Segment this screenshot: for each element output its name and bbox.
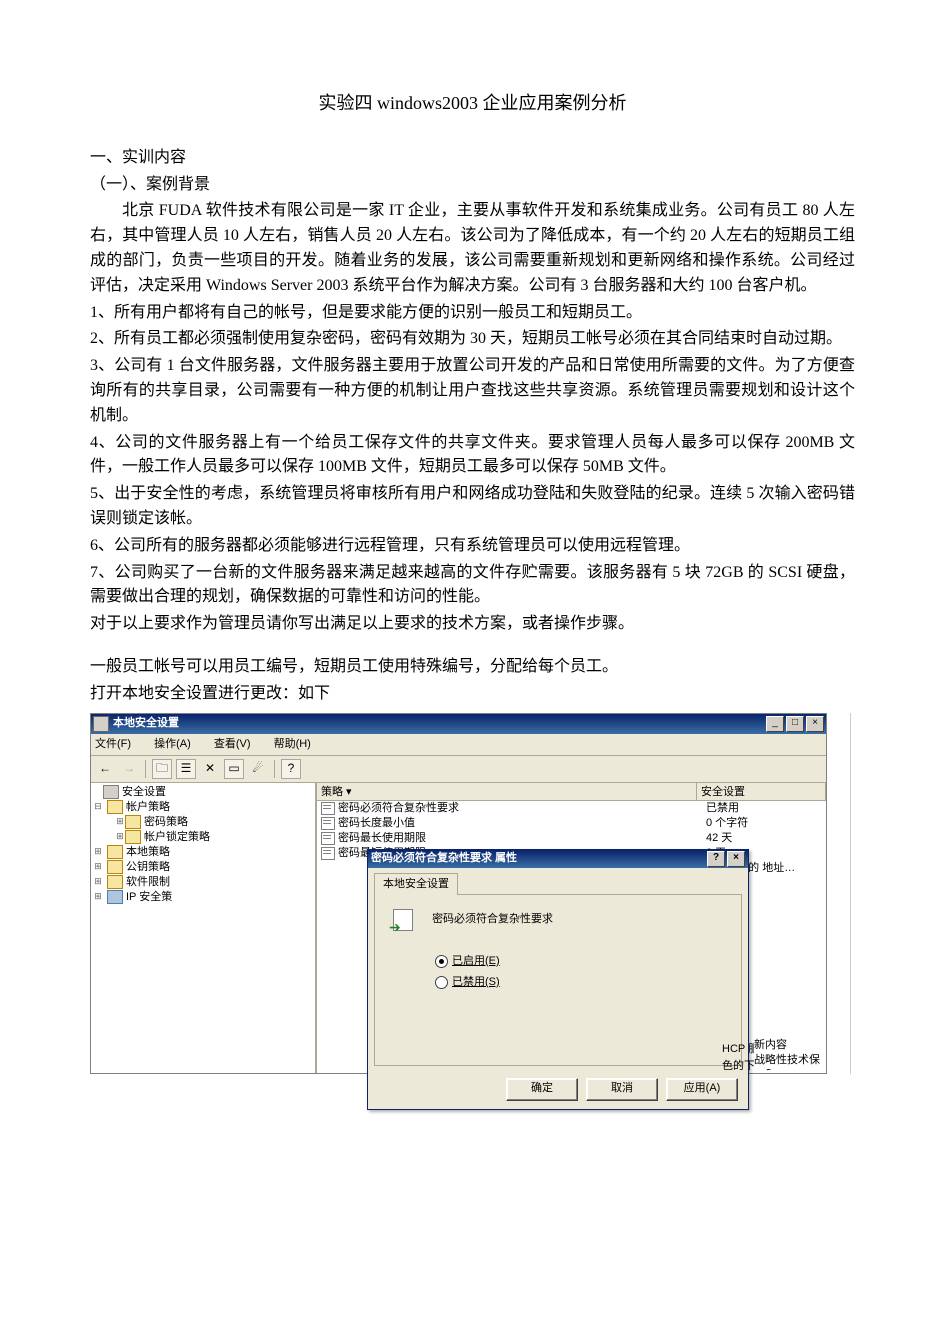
tree-pane[interactable]: 安全设置 ⊟帐户策略 ⊞密码策略 ⊞帐户锁定策略 ⊞本地策略 ⊞公钥策略 ⊞软件… — [91, 783, 317, 1073]
tree-local-policy[interactable]: ⊞本地策略 — [93, 845, 313, 860]
export-button[interactable]: ▭ — [224, 759, 244, 779]
list-header: 策略 ▾ 安全设置 — [317, 783, 826, 801]
policy-icon — [321, 817, 335, 830]
cancel-button[interactable]: 取消 — [586, 1078, 658, 1101]
paragraph-answer-2: 打开本地安全设置进行更改：如下 — [90, 682, 855, 707]
list-item-3: 3、公司有 1 台文件服务器，文件服务器主要用于放置公司开发的产品和日常使用所需… — [90, 354, 855, 428]
paragraph-background: 北京 FUDA 软件技术有限公司是一家 IT 企业，主要从事软件开发和系统集成业… — [90, 199, 855, 298]
tree-ip-security[interactable]: ⊞IP 安全策 — [93, 890, 313, 905]
list-item-2: 2、所有员工都必须强制使用复杂密码，密码有效期为 30 天，短期员工帐号必须在其… — [90, 327, 855, 352]
dialog-title-text: 密码必须符合复杂性要求 属性 — [371, 850, 517, 867]
tree-software-restrict[interactable]: ⊞软件限制 — [93, 875, 313, 890]
toolbar: ← → 🗀 ☰ ✕ ▭ ☄ ? — [91, 756, 826, 783]
policy-row-1[interactable]: 密码必须符合复杂性要求 已禁用 — [317, 801, 826, 816]
list-item-4: 4、公司的文件服务器上有一个给员工保存文件的共享文件夹。要求管理人员每人最多可以… — [90, 431, 855, 481]
list-item-5: 5、出于安全性的考虑，系统管理员将审核所有用户和网络成功登陆和失败登陆的纪录。连… — [90, 482, 855, 532]
tree-root[interactable]: 安全设置 — [93, 785, 313, 800]
page-title: 实验四 windows2003 企业应用案例分析 — [90, 90, 855, 118]
list-item-7: 7、公司购买了一台新的文件服务器来满足越来越高的文件存贮需要。该服务器有 5 块… — [90, 561, 855, 611]
radio-icon — [435, 976, 448, 989]
policy-row-3[interactable]: 密码最长使用期限 42 天 — [317, 831, 826, 846]
cropped-text-right: 新内容 战略性技术保 — [754, 1038, 820, 1069]
minimize-button[interactable]: _ — [766, 716, 784, 732]
document-page: 实验四 windows2003 企业应用案例分析 一、实训内容 （一）、案例背景… — [0, 0, 945, 1134]
dialog-policy-icon: ➔ — [389, 907, 419, 933]
tree-publickey-policy[interactable]: ⊞公钥策略 — [93, 860, 313, 875]
apply-button[interactable]: 应用(A) — [666, 1078, 738, 1101]
heading-1-1: （一）、案例背景 — [90, 173, 855, 198]
dialog-body: ➔ 密码必须符合复杂性要求 已启用(E) — [374, 894, 742, 1066]
heading-1: 一、实训内容 — [90, 146, 855, 171]
dialog-tab-row: 本地安全设置 — [368, 868, 748, 894]
help-button[interactable]: ? — [281, 759, 301, 779]
policy-icon — [321, 847, 335, 860]
tree-password-policy[interactable]: ⊞密码策略 — [93, 815, 313, 830]
menu-help[interactable]: 帮助(H) — [274, 738, 321, 750]
policy-icon — [321, 832, 335, 845]
dialog-policy-label: 密码必须符合复杂性要求 — [432, 911, 553, 928]
radio-disabled[interactable]: 已禁用(S) — [435, 974, 727, 991]
window-titlebar[interactable]: 本地安全设置 _ □ × — [91, 714, 826, 734]
dialog-close-button[interactable]: × — [727, 851, 745, 867]
properties-dialog: 密码必须符合复杂性要求 属性 ? × 本地安全设置 ➔ — [367, 849, 749, 1110]
close-button[interactable]: × — [806, 716, 824, 732]
tree-account-policy[interactable]: ⊟帐户策略 — [93, 800, 313, 815]
toolbar-separator-2 — [274, 760, 275, 778]
menu-bar: 文件(F) 操作(A) 查看(V) 帮助(H) — [91, 734, 826, 756]
delete-button[interactable]: ✕ — [200, 759, 220, 779]
list-pane: 策略 ▾ 安全设置 密码必须符合复杂性要求 已禁用 密码长度最小值 0 个字符 — [317, 783, 826, 1073]
refresh-button[interactable]: ☄ — [248, 759, 268, 779]
window-local-security: 本地安全设置 _ □ × 文件(F) 操作(A) 查看(V) 帮助(H) ← →… — [90, 713, 827, 1074]
col-setting[interactable]: 安全设置 — [697, 783, 826, 800]
app-icon — [93, 716, 109, 732]
dialog-titlebar[interactable]: 密码必须符合复杂性要求 属性 ? × — [368, 850, 748, 868]
menu-file[interactable]: 文件(F) — [95, 738, 141, 750]
back-button[interactable]: ← — [95, 759, 115, 779]
menu-action[interactable]: 操作(A) — [154, 738, 201, 750]
toolbar-separator — [145, 760, 146, 778]
tree-lockout-policy[interactable]: ⊞帐户锁定策略 — [93, 830, 313, 845]
policy-icon — [321, 802, 335, 815]
list-item-6: 6、公司所有的服务器都必须能够进行远程管理，只有系统管理员可以使用远程管理。 — [90, 534, 855, 559]
embedded-screenshot: 本地安全设置 _ □ × 文件(F) 操作(A) 查看(V) 帮助(H) ← →… — [90, 713, 851, 1074]
forward-button[interactable]: → — [119, 759, 139, 779]
col-policy[interactable]: 策略 ▾ — [317, 783, 697, 800]
menu-view[interactable]: 查看(V) — [214, 738, 261, 750]
properties-button[interactable]: ☰ — [176, 759, 196, 779]
policy-row-2[interactable]: 密码长度最小值 0 个字符 — [317, 816, 826, 831]
window-title-text: 本地安全设置 — [113, 715, 766, 732]
paragraph-requirement: 对于以上要求作为管理员请你写出满足以上要求的技术方案，或者操作步骤。 — [90, 612, 855, 637]
radio-enabled[interactable]: 已启用(E) — [435, 953, 727, 970]
up-button[interactable]: 🗀 — [152, 759, 172, 779]
maximize-button[interactable]: □ — [786, 716, 804, 732]
dialog-tab-local[interactable]: 本地安全设置 — [374, 873, 458, 895]
dialog-help-button[interactable]: ? — [707, 851, 725, 867]
paragraph-answer-1: 一般员工帐号可以用员工编号，短期员工使用特殊编号，分配给每个员工。 — [90, 655, 855, 680]
radio-icon — [435, 955, 448, 968]
list-item-1: 1、所有用户都将有自己的帐号，但是要求能方便的识别一般员工和短期员工。 — [90, 301, 855, 326]
ok-button[interactable]: 确定 — [506, 1078, 578, 1101]
